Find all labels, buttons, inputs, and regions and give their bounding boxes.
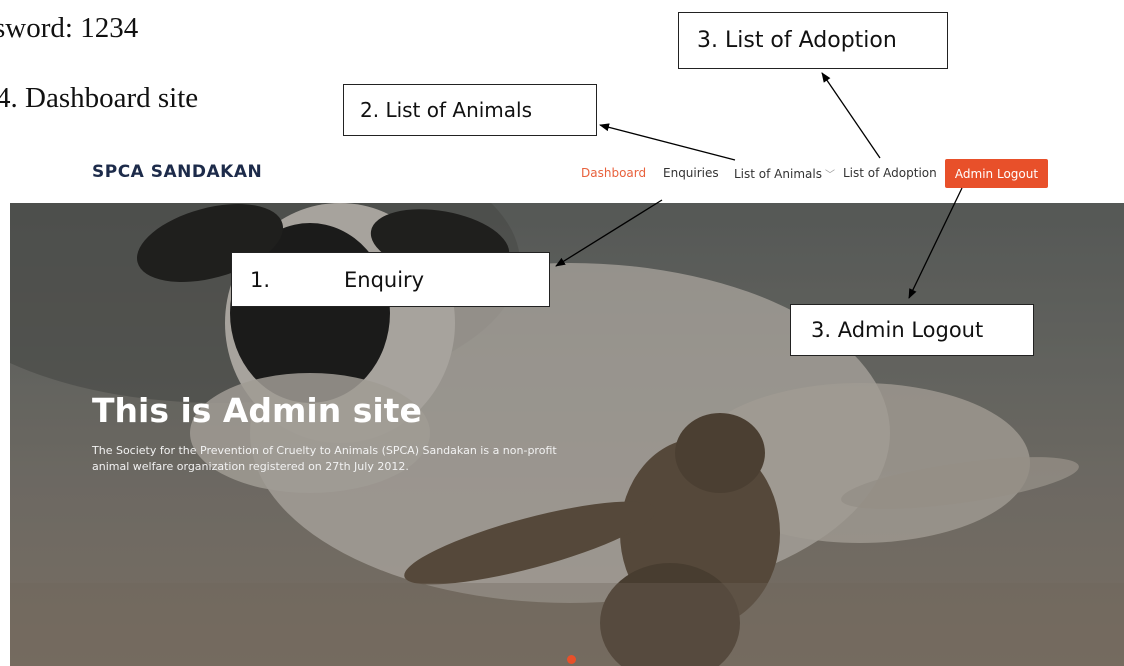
site-header: SPCA SANDAKAN Dashboard Enquiries List o… [0, 148, 1124, 203]
hero-overlay [10, 203, 1124, 666]
callout-enquiry: 1. Enquiry [231, 252, 550, 307]
callout-enquiry-number: 1. [250, 267, 271, 292]
brand-logo[interactable]: SPCA SANDAKAN [92, 162, 262, 182]
nav-list-of-animals-label: List of Animals [734, 167, 822, 181]
arrow-list-of-adoption [821, 72, 881, 159]
hero-title: This is Admin site [92, 391, 422, 430]
slider-indicator[interactable] [567, 655, 576, 664]
callout-list-of-animals: 2. List of Animals [343, 84, 597, 136]
callout-enquiry-label: Enquiry [344, 267, 425, 292]
hero-banner: This is Admin site The Society for the P… [10, 203, 1124, 666]
chevron-down-icon: ﹀ [824, 170, 835, 181]
callout-list-of-adoption: 3. List of Adoption [678, 12, 948, 69]
hero-description-line: The Society for the Prevention of Cruelt… [92, 444, 557, 457]
document-text-dashboard-site: 4. Dashboard site [0, 82, 199, 114]
nav-list-of-animals[interactable]: List of Animals ﹀ [734, 166, 835, 181]
hero-description-line: animal welfare organization registered o… [92, 460, 409, 473]
admin-logout-button[interactable]: Admin Logout [945, 159, 1048, 188]
callout-admin-logout: 3. Admin Logout [790, 304, 1034, 356]
nav-dashboard[interactable]: Dashboard [581, 166, 646, 180]
nav-list-of-adoption[interactable]: List of Adoption [843, 166, 937, 180]
hero-description: The Society for the Prevention of Cruelt… [92, 443, 562, 475]
document-text-password: sword: 1234 [0, 12, 139, 44]
nav-enquiries[interactable]: Enquiries [663, 166, 719, 180]
